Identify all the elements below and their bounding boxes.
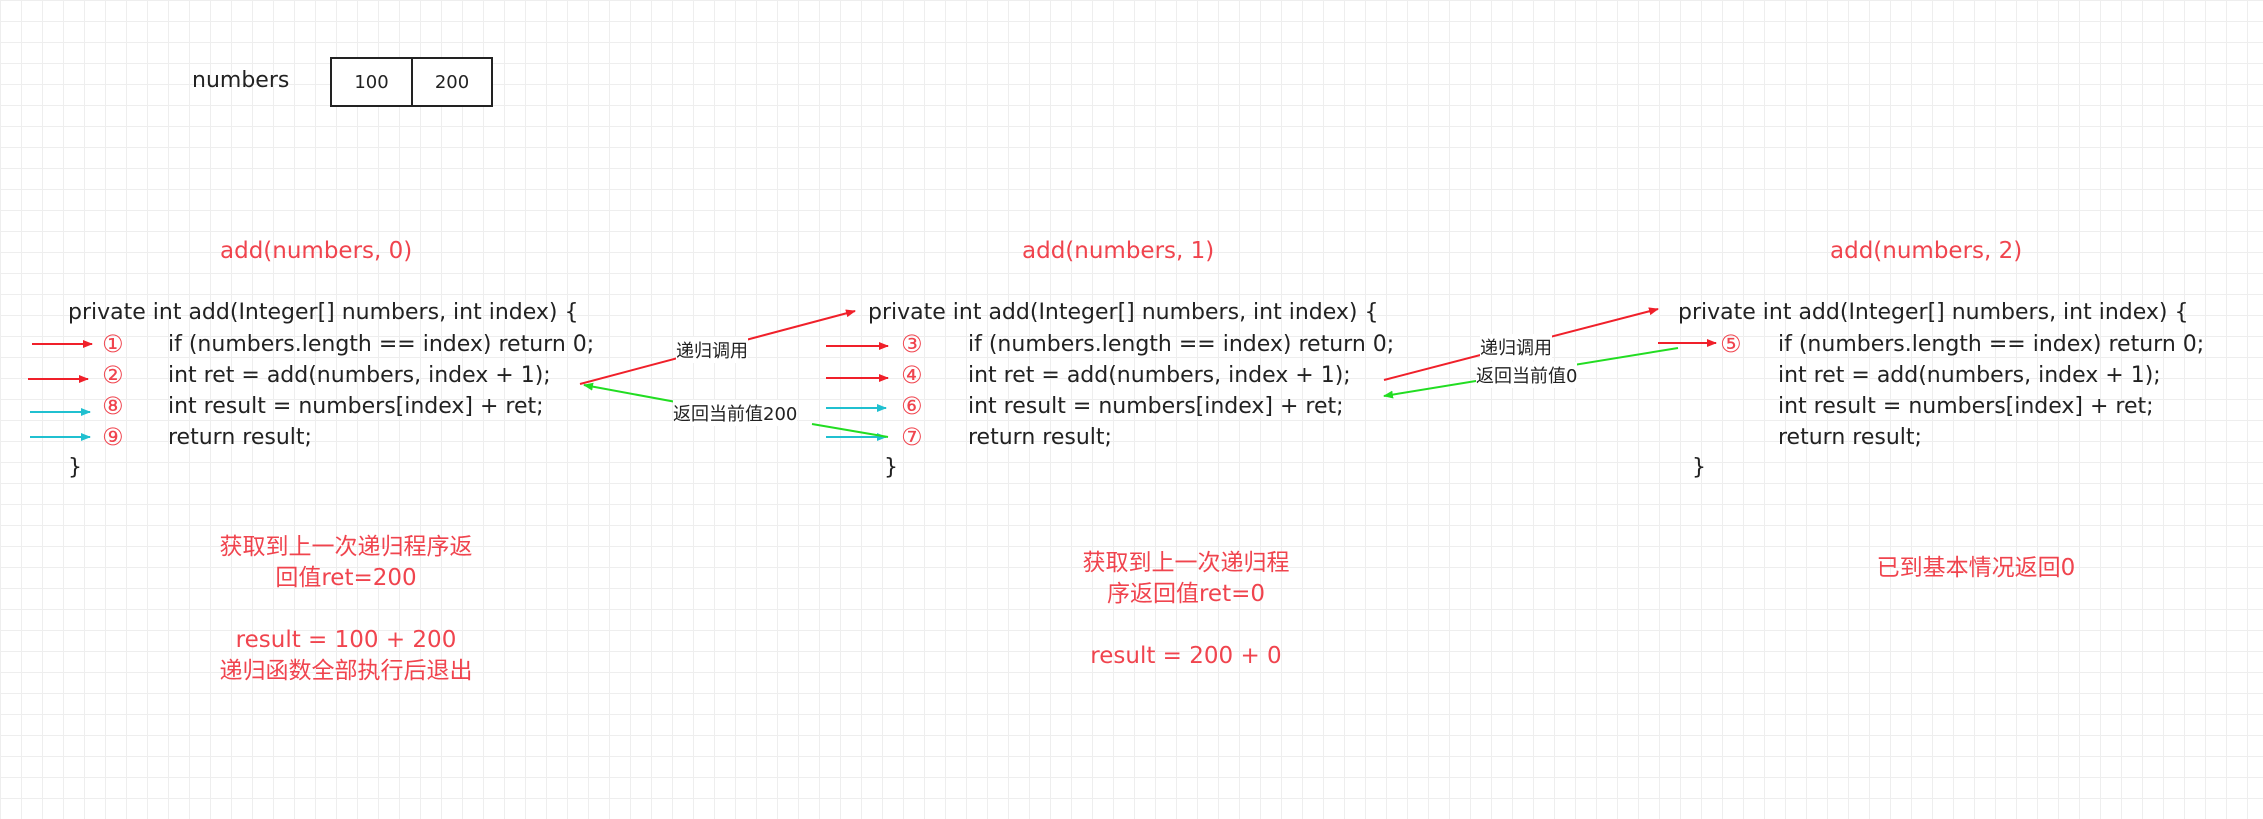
return-arrow-1-to-0-tail — [811, 423, 889, 438]
arrows-layer — [28, 307, 1717, 441]
arrow-label-call-1: 递归调用 — [676, 337, 748, 363]
arrow-label-call-2: 递归调用 — [1480, 334, 1552, 360]
arrow-label-return-2: 返回当前值0 — [1476, 362, 1578, 388]
arrow-label-return-1: 返回当前值200 — [673, 400, 798, 426]
return-arrow-1-to-0 — [583, 382, 677, 403]
